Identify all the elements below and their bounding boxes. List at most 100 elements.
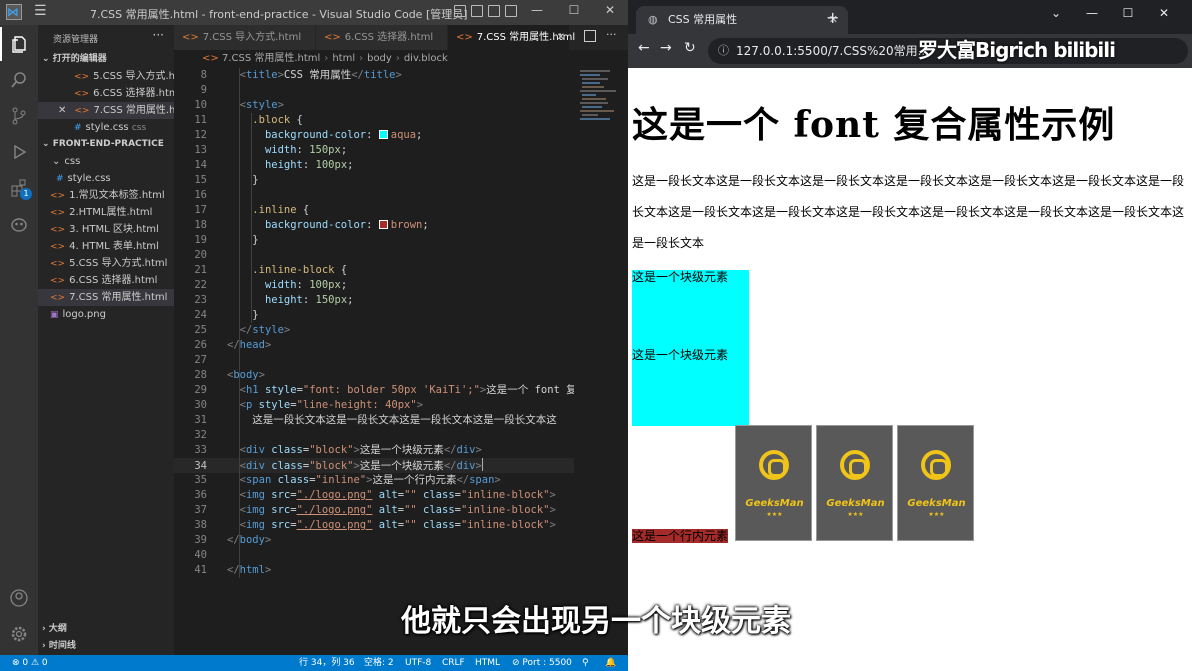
open-editor-item[interactable]: # style.css css bbox=[38, 119, 174, 136]
html-icon: <> bbox=[50, 208, 66, 218]
tree-item[interactable]: <> 4. HTML 表单.html bbox=[38, 238, 174, 255]
new-tab-button[interactable]: + bbox=[826, 8, 839, 27]
html-icon: <> bbox=[324, 32, 341, 43]
html-icon: <> bbox=[50, 276, 66, 286]
reload-icon[interactable]: ↻ bbox=[684, 40, 696, 56]
code-line: 22 width: 100px; bbox=[194, 279, 348, 291]
back-arrow-icon[interactable]: ← bbox=[638, 40, 650, 56]
html-icon: <> bbox=[182, 32, 199, 43]
breadcrumb: <> 7.CSS 常用属性.html › html › body › div.block bbox=[202, 53, 448, 64]
close-window-icon[interactable]: ✕ bbox=[595, 3, 625, 17]
browser-window: ◍ CSS 常用属性 ✕ + ⌄ — ☐ ✕ ← → ↻ ⓘ 127.0.0.1:55… bbox=[628, 0, 1192, 671]
code-line: 13 width: 150px; bbox=[194, 144, 348, 156]
tree-item[interactable]: <> 1.常见文本标签.html bbox=[38, 187, 174, 204]
browser-tab[interactable]: ◍ CSS 常用属性 ✕ bbox=[636, 6, 848, 34]
code-line: 41 </html> bbox=[194, 564, 272, 576]
tree-item[interactable]: ▣ logo.png bbox=[38, 306, 174, 323]
tree-item[interactable]: # style.css bbox=[38, 170, 174, 187]
gear-icon bbox=[921, 450, 951, 480]
css-icon: # bbox=[74, 123, 82, 133]
block-element: 这是一个块级元素 bbox=[632, 270, 749, 348]
search-icon[interactable] bbox=[0, 63, 38, 97]
minimap[interactable] bbox=[574, 68, 628, 655]
video-subtitle: 他就只会出现另一个块级元素 bbox=[401, 604, 791, 639]
problems-status[interactable]: ⊗ 0 ⚠ 0 bbox=[12, 655, 48, 671]
tab-css-import[interactable]: <> 7.CSS 导入方式.html bbox=[174, 25, 316, 50]
code-line-current: 34 <div class="block">这是一个块级元素</div> bbox=[174, 458, 574, 473]
code-line: 10 <style> bbox=[194, 99, 284, 111]
code-line: 12 background-color: aqua; bbox=[194, 129, 423, 141]
code-editor[interactable]: 8 <title>CSS 常用属性</title> 9 10 <style> 1… bbox=[174, 68, 574, 655]
breadcrumb-div-block[interactable]: div.block bbox=[404, 53, 448, 64]
color-swatch-brown[interactable] bbox=[378, 220, 388, 229]
code-line: 24 } bbox=[194, 309, 259, 321]
forward-arrow-icon[interactable]: → bbox=[660, 40, 672, 56]
indent-status[interactable]: 空格: 2 bbox=[364, 655, 394, 671]
breadcrumb-body[interactable]: body bbox=[367, 53, 392, 64]
live-server-status[interactable]: ⊘ Port : 5500 bbox=[512, 655, 572, 671]
inline-element: 这是一个行内元素 bbox=[632, 529, 729, 543]
color-swatch-aqua[interactable] bbox=[378, 130, 388, 139]
explorer-icon[interactable] bbox=[0, 27, 38, 61]
run-debug-icon[interactable] bbox=[0, 135, 38, 169]
toggle-sidebar-icon[interactable] bbox=[454, 5, 466, 17]
tab-css-selector[interactable]: <> 6.CSS 选择器.html bbox=[316, 25, 448, 50]
site-info-icon[interactable]: ⓘ bbox=[718, 38, 729, 64]
toggle-secondary-sidebar-icon[interactable] bbox=[488, 5, 500, 17]
tree-item-selected[interactable]: <> 7.CSS 常用属性.html bbox=[38, 289, 174, 306]
copilot-icon[interactable] bbox=[0, 207, 38, 241]
maximize-icon[interactable]: ☐ bbox=[1110, 6, 1146, 20]
more-actions-icon[interactable]: ··· bbox=[606, 28, 617, 41]
open-editor-item-active[interactable]: ✕<>7.CSS 常用属性.h... bbox=[38, 102, 174, 119]
timeline-section[interactable]: › 时间线 bbox=[38, 638, 174, 654]
remote-icon[interactable]: ⚲ bbox=[582, 655, 589, 671]
close-window-icon[interactable]: ✕ bbox=[1146, 6, 1182, 20]
source-control-icon[interactable] bbox=[0, 99, 38, 133]
customize-layout-icon[interactable] bbox=[505, 5, 517, 17]
long-paragraph: 这是一段长文本这是一段长文本这是一段长文本这是一段长文本这是一段长文本这是一段长… bbox=[632, 174, 1185, 250]
globe-icon: ◍ bbox=[648, 13, 658, 26]
code-line: 9 bbox=[200, 84, 207, 96]
maximize-icon[interactable]: ☐ bbox=[559, 3, 589, 17]
project-label: FRONT-END-PRACTICE bbox=[52, 139, 164, 149]
code-line: 18 background-color: brown; bbox=[194, 219, 429, 231]
toggle-panel-icon[interactable] bbox=[471, 5, 483, 17]
close-tab-icon[interactable]: ✕ bbox=[557, 25, 565, 50]
cursor-position[interactable]: 行 34，列 36 bbox=[299, 655, 355, 671]
tab-css-properties[interactable]: <> 7.CSS 常用属性.html ✕ bbox=[448, 25, 575, 50]
tab-search-icon[interactable]: ⌄ bbox=[1038, 6, 1074, 20]
language-status[interactable]: HTML bbox=[475, 655, 500, 671]
logo-image: GeeksMan ★★★ bbox=[816, 425, 893, 541]
html-icon: <> bbox=[50, 242, 66, 252]
html-icon: <> bbox=[202, 53, 219, 64]
more-actions-icon[interactable]: ··· bbox=[153, 28, 164, 42]
open-editors-section[interactable]: ⌄ 打开的编辑器 bbox=[38, 51, 174, 68]
open-editor-item[interactable]: <> 6.CSS 选择器.html bbox=[38, 85, 174, 102]
chevron-down-icon: ⌄ bbox=[52, 156, 61, 167]
tree-folder-css[interactable]: ⌄ css bbox=[38, 153, 174, 170]
open-editor-item[interactable]: <>5.CSS 导入方式.h... bbox=[38, 68, 174, 85]
project-section[interactable]: ⌄ FRONT-END-PRACTICE bbox=[38, 136, 174, 153]
html-icon: <> bbox=[74, 106, 90, 116]
extensions-icon[interactable]: 1 bbox=[0, 171, 38, 205]
code-line: 28 <body> bbox=[194, 369, 265, 381]
tree-item[interactable]: <> 2.HTML属性.html bbox=[38, 204, 174, 221]
breadcrumb-html[interactable]: html bbox=[332, 53, 355, 64]
eol-status[interactable]: CRLF bbox=[442, 655, 465, 671]
close-editor-icon[interactable]: ✕ bbox=[58, 105, 66, 116]
code-line: 17 .inline { bbox=[194, 204, 310, 216]
watermark: 罗大富Bigrich bilibili bbox=[918, 38, 1116, 62]
tree-item[interactable]: <> 6.CSS 选择器.html bbox=[38, 272, 174, 289]
tree-item[interactable]: <> 3. HTML 区块.html bbox=[38, 221, 174, 238]
minimize-icon[interactable]: — bbox=[522, 3, 552, 17]
tree-item[interactable]: <> 5.CSS 导入方式.html bbox=[38, 255, 174, 272]
split-editor-icon[interactable] bbox=[584, 30, 596, 42]
encoding-status[interactable]: UTF-8 bbox=[405, 655, 431, 671]
breadcrumb-file[interactable]: 7.CSS 常用属性.html bbox=[222, 53, 320, 64]
code-line: 15 } bbox=[194, 174, 259, 186]
minimize-icon[interactable]: — bbox=[1074, 6, 1110, 20]
code-line: 21 .inline-block { bbox=[194, 264, 348, 276]
html-icon: <> bbox=[50, 225, 66, 235]
notifications-bell-icon[interactable]: 🔔 bbox=[605, 655, 616, 671]
menu-icon[interactable]: ☰ bbox=[34, 3, 47, 19]
